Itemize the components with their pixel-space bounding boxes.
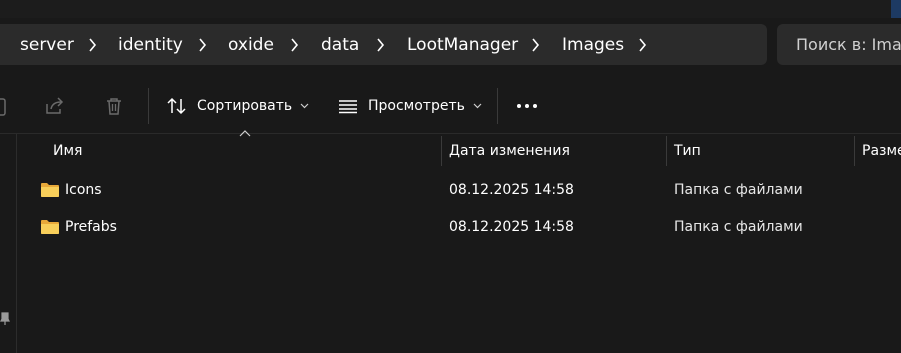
column-header-type[interactable]: Тип — [674, 136, 701, 166]
view-icon — [338, 98, 358, 114]
list-item[interactable]: Icons 08.12.2025 14:58 Папка с файлами — [32, 173, 901, 207]
breadcrumb-oxide[interactable]: oxide — [228, 24, 274, 65]
view-label: Просмотреть — [368, 98, 465, 114]
breadcrumb-identity[interactable]: identity — [118, 24, 183, 65]
column-header-modified[interactable]: Дата изменения — [449, 136, 570, 166]
file-type: Папка с файлами — [674, 182, 803, 198]
chevron-right-icon[interactable] — [531, 24, 540, 65]
column-divider[interactable] — [441, 136, 442, 166]
pin-icon — [0, 312, 10, 330]
file-modified: 08.12.2025 14:58 — [449, 219, 574, 235]
folder-icon — [41, 220, 59, 234]
breadcrumb-data[interactable]: data — [321, 24, 359, 65]
toolbar-divider — [148, 88, 149, 124]
breadcrumb-server[interactable]: server — [20, 24, 74, 65]
chevron-right-icon[interactable] — [638, 24, 647, 65]
title-bar-accent — [891, 0, 901, 18]
sort-label: Сортировать — [197, 98, 293, 114]
column-header-size[interactable]: Размер — [862, 136, 901, 166]
chevron-right-icon[interactable] — [376, 24, 385, 65]
more-options-icon[interactable] — [514, 93, 540, 119]
column-header-name[interactable]: Имя — [53, 136, 82, 166]
title-bar — [0, 0, 901, 18]
file-name: Prefabs — [65, 219, 117, 235]
toolbar-border — [0, 133, 901, 134]
file-modified: 08.12.2025 14:58 — [449, 182, 574, 198]
folder-icon — [41, 183, 59, 197]
breadcrumb-lootmanager[interactable]: LootManager — [407, 24, 518, 65]
navigation-pane[interactable] — [0, 134, 17, 353]
paste-icon[interactable] — [0, 93, 12, 119]
chevron-right-icon[interactable] — [290, 24, 299, 65]
chevron-right-icon[interactable] — [88, 24, 97, 65]
chevron-down-icon — [300, 103, 309, 109]
chevron-down-icon — [473, 103, 482, 109]
view-button[interactable]: Просмотреть — [338, 90, 482, 122]
share-icon[interactable] — [42, 93, 68, 119]
file-name: Icons — [65, 182, 102, 198]
sort-button[interactable]: Сортировать — [166, 90, 309, 122]
search-box[interactable]: Поиск в: Images — [777, 24, 901, 65]
list-item[interactable]: Prefabs 08.12.2025 14:58 Папка с файлами — [32, 210, 901, 244]
column-divider[interactable] — [666, 136, 667, 166]
file-type: Папка с файлами — [674, 219, 803, 235]
delete-icon[interactable] — [101, 93, 127, 119]
toolbar-divider — [497, 88, 498, 124]
breadcrumb-images[interactable]: Images — [562, 24, 624, 65]
chevron-right-icon[interactable] — [198, 24, 207, 65]
sort-icon — [166, 96, 188, 116]
sort-ascending-icon — [239, 130, 251, 137]
search-placeholder: Поиск в: Images — [796, 35, 901, 54]
column-divider[interactable] — [854, 136, 855, 166]
